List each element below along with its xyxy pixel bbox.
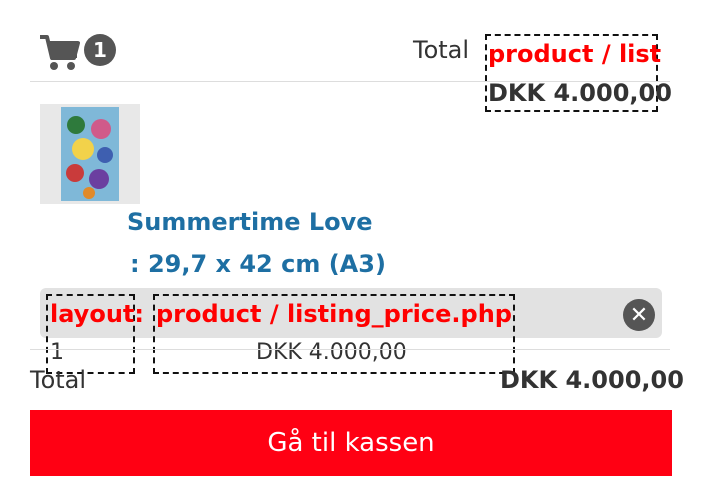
checkout-button[interactable]: Gå til kassen <box>30 410 672 476</box>
divider <box>30 349 670 350</box>
debug-layout-label: layout: <box>50 300 144 328</box>
product-size-option: : 29,7 x 42 cm (A3) <box>130 250 386 278</box>
header-total-label: Total <box>413 36 470 64</box>
debug-template-label: product / list <box>488 40 662 68</box>
product-thumbnail[interactable] <box>40 104 140 204</box>
close-icon: ✕ <box>629 302 649 328</box>
debug-listing-price-label: product / listing_price.php <box>156 300 512 328</box>
divider <box>30 81 670 82</box>
product-name-link[interactable]: Summertime Love <box>127 208 373 236</box>
remove-item-button[interactable]: ✕ <box>623 299 655 331</box>
cart-count-badge: 1 <box>84 34 116 66</box>
line-price: DKK 4.000,00 <box>256 340 407 365</box>
footer-total-label: Total <box>30 366 87 394</box>
footer-total-price: DKK 4.000,00 <box>500 366 684 394</box>
header-total-price: DKK 4.000,00 <box>488 79 672 107</box>
item-quantity: 1 <box>50 340 64 365</box>
cart-icon[interactable] <box>38 34 80 72</box>
